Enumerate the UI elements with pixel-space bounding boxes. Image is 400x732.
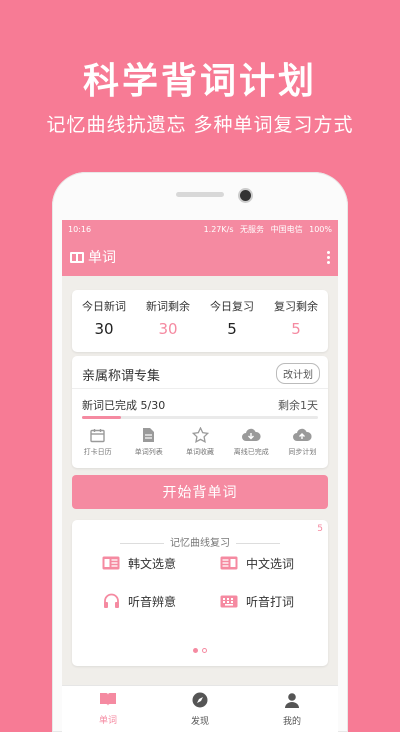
mode-korean-to-meaning[interactable]: 韩文选意 [102, 554, 176, 572]
tool-sync-plan[interactable]: 同步计划 [277, 426, 328, 457]
tool-label: 离线已完成 [233, 448, 269, 456]
headline: 科学背词计划 [82, 61, 317, 102]
phone-speaker [176, 192, 224, 197]
stat-label: 今日新词 [82, 300, 126, 313]
page-indicator [72, 648, 328, 653]
card-icon [220, 554, 238, 572]
progress-remaining: 剩余1天 [278, 399, 318, 412]
stat-new-remaining: 新词剩余 30 [136, 290, 200, 352]
compass-icon [154, 692, 246, 712]
tool-label: 单词收藏 [186, 448, 214, 456]
review-title: 记忆曲线复习 [72, 534, 328, 549]
tool-label: 单词列表 [134, 448, 163, 456]
star-icon [174, 426, 225, 444]
stat-review-today: 今日复习 5 [200, 290, 264, 352]
stat-label: 复习剩余 [274, 300, 318, 313]
phone-frame: 10:16 1.27K/s 无服务 中国电信 100% 单词 今日新词 30 新… [52, 172, 348, 732]
tab-profile[interactable]: 我的 [246, 686, 338, 732]
cloud-download-icon [226, 426, 277, 444]
review-count-badge: 5 [317, 524, 323, 534]
document-icon [123, 426, 174, 444]
review-card: 5 记忆曲线复习 韩文选意 中文选词 听音辨意 听音打词 [72, 520, 328, 666]
tool-offline[interactable]: 离线已完成 [226, 426, 277, 457]
tab-words[interactable]: 单词 [62, 686, 154, 732]
start-learning-button[interactable]: 开始背单词 [72, 475, 328, 509]
progress-label: 新词已完成 5/30 [82, 399, 166, 412]
plan-divider [72, 388, 328, 389]
status-carrier: 中国电信 [270, 224, 303, 234]
card-icon [102, 554, 120, 572]
stats-card: 今日新词 30 新词剩余 30 今日复习 5 复习剩余 5 [72, 290, 328, 352]
status-network: 无服务 [240, 224, 265, 234]
book-icon [70, 251, 84, 263]
page-dot[interactable] [202, 648, 207, 653]
app-bar: 单词 [62, 238, 338, 276]
tool-favorites[interactable]: 单词收藏 [174, 426, 225, 457]
phone-camera [240, 190, 251, 201]
more-options-icon[interactable] [327, 250, 330, 264]
keyboard-icon [220, 592, 238, 610]
stat-value: 5 [227, 320, 237, 338]
mode-label: 中文选词 [246, 556, 295, 571]
status-speed: 1.27K/s [203, 224, 234, 234]
plan-title: 亲属称谓专集 [82, 369, 161, 384]
tab-discover[interactable]: 发现 [154, 686, 246, 732]
mode-listen-meaning[interactable]: 听音辨意 [102, 592, 176, 610]
progress-bar-fill [82, 416, 122, 419]
stat-value: 5 [291, 320, 301, 338]
mode-listen-type[interactable]: 听音打词 [220, 592, 294, 610]
tab-label: 发现 [190, 717, 209, 727]
subheadline: 记忆曲线抗遗忘 多种单词复习方式 [46, 114, 354, 136]
stat-label: 今日复习 [210, 300, 254, 313]
change-plan-button[interactable]: 改计划 [276, 363, 320, 384]
mode-chinese-to-word[interactable]: 中文选词 [220, 554, 294, 572]
headphones-icon [102, 592, 120, 610]
stat-review-remaining: 复习剩余 5 [264, 290, 328, 352]
mode-label: 听音辨意 [128, 594, 177, 609]
stat-value: 30 [94, 320, 114, 338]
status-battery: 100% [309, 224, 332, 234]
tool-word-list[interactable]: 单词列表 [123, 426, 174, 457]
mode-label: 听音打词 [246, 594, 295, 609]
plan-card: 亲属称谓专集 改计划 新词已完成 5/30 剩余1天 打卡日历 单词列表 单词收… [72, 356, 328, 468]
person-icon [246, 692, 338, 712]
tab-label: 我的 [282, 717, 301, 727]
progress-bar [82, 416, 318, 419]
stat-value: 30 [158, 320, 178, 338]
page-dot-active[interactable] [193, 648, 198, 653]
mode-label: 韩文选意 [128, 556, 177, 571]
plan-tools: 打卡日历 单词列表 单词收藏 离线已完成 同步计划 [72, 426, 328, 457]
status-time: 10:16 [68, 224, 92, 234]
stat-label: 新词剩余 [146, 300, 190, 313]
tool-label: 同步计划 [288, 448, 317, 456]
tool-checkin-calendar[interactable]: 打卡日历 [72, 426, 123, 457]
tool-label: 打卡日历 [83, 448, 112, 456]
cloud-upload-icon [277, 426, 328, 444]
tab-bar: 单词 发现 我的 [62, 685, 338, 732]
book-icon [62, 692, 154, 711]
tab-label: 单词 [98, 716, 117, 726]
calendar-icon [72, 426, 123, 444]
stat-new-today: 今日新词 30 [72, 290, 136, 352]
app-screen: 10:16 1.27K/s 无服务 中国电信 100% 单词 今日新词 30 新… [62, 220, 338, 732]
app-bar-title: 单词 [88, 250, 116, 266]
status-bar: 10:16 1.27K/s 无服务 中国电信 100% [62, 220, 338, 238]
